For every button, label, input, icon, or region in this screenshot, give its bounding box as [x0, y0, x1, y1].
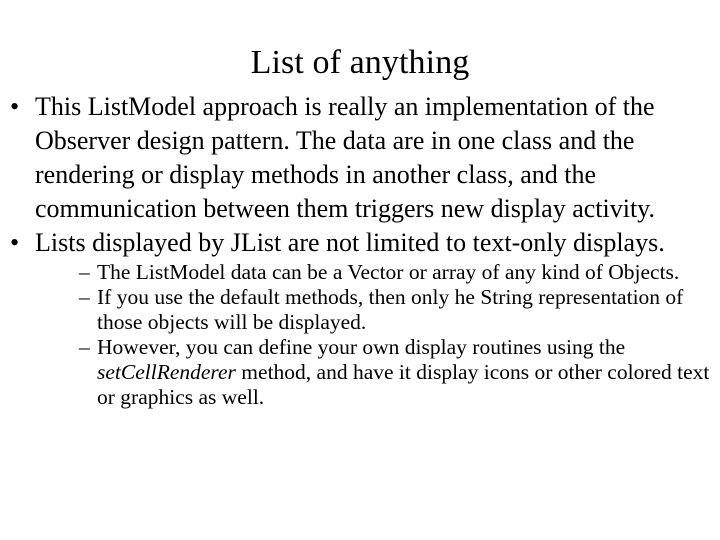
- list-item: • Lists displayed by JList are not limit…: [0, 226, 720, 410]
- sub-bullet-text: If you use the default methods, then onl…: [97, 285, 684, 334]
- list-item: – The ListModel data can be a Vector or …: [35, 260, 720, 285]
- bullet-list-level2: – The ListModel data can be a Vector or …: [35, 260, 720, 410]
- bullet-dash-icon: –: [79, 335, 90, 359]
- method-name-emphasis: setCellRenderer: [97, 360, 236, 384]
- bullet-list-level1: • This ListModel approach is really an i…: [0, 90, 720, 410]
- list-item: – However, you can define your own displ…: [35, 335, 720, 410]
- slide-body: • This ListModel approach is really an i…: [0, 90, 720, 410]
- sub-bullet-text: However, you can define your own display…: [97, 335, 720, 410]
- bullet-dot-icon: •: [10, 228, 20, 257]
- bullet-text: Lists displayed by JList are not limited…: [35, 228, 665, 257]
- bullet-text: This ListModel approach is really an imp…: [35, 92, 655, 223]
- list-item: – If you use the default methods, then o…: [35, 285, 720, 335]
- bullet-dot-icon: •: [10, 92, 20, 121]
- bullet-dash-icon: –: [79, 285, 90, 309]
- bullet-dash-icon: –: [79, 260, 90, 284]
- slide: List of anything • This ListModel approa…: [0, 0, 720, 540]
- sub-bullet-text: The ListModel data can be a Vector or ar…: [97, 260, 680, 284]
- sub-bullet-text-prefix: However, you can define your own display…: [97, 335, 626, 359]
- list-item: • This ListModel approach is really an i…: [0, 90, 720, 226]
- page-title: List of anything: [250, 43, 470, 81]
